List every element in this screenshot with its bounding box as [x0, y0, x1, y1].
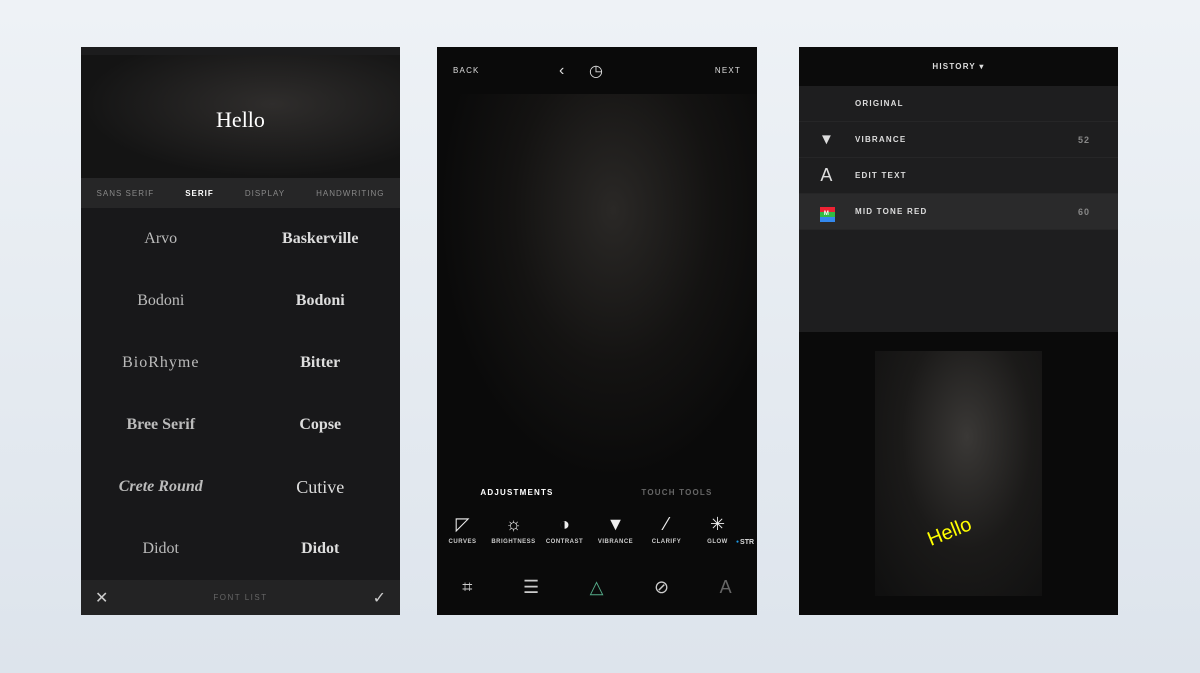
preview-text: Hello — [216, 107, 265, 132]
editor-tabs: ADJUSTMENTS TOUCH TOOLS — [437, 482, 757, 504]
tool-str-label: STR — [740, 539, 755, 546]
history-row[interactable]: M MID TONE RED 60 — [799, 194, 1118, 230]
font-option[interactable]: Baskerville — [241, 230, 401, 248]
filters-icon[interactable]: △ — [590, 577, 604, 598]
font-option[interactable]: Cutive — [241, 477, 401, 498]
tab-serif[interactable]: SERIF — [185, 189, 214, 198]
dropdown-caret-icon: ▾ — [975, 62, 985, 71]
adjust-icon[interactable]: ☰ — [523, 577, 539, 598]
font-bottom-bar: ✕ FONT LIST ✓ — [81, 580, 400, 615]
font-option[interactable]: Copse — [241, 416, 401, 434]
contrast-icon: ◑ — [559, 514, 570, 534]
undo-chevron-icon[interactable]: ‹ — [559, 62, 564, 80]
tool-clarify[interactable]: ⁄ CLARIFY — [641, 509, 692, 549]
font-category-tabs: SANS SERIF SERIF DISPLAY HANDWRITING — [81, 178, 400, 208]
tool-contrast[interactable]: ◑ CONTRAST — [539, 509, 590, 549]
photo-canvas[interactable] — [437, 94, 757, 482]
vibrance-icon: ▼ — [818, 131, 836, 148]
check-icon[interactable]: ✓ — [373, 588, 386, 608]
history-icon[interactable]: ◷ — [589, 61, 603, 81]
sun-icon: ☼ — [505, 514, 522, 534]
text-icon[interactable]: A — [720, 577, 732, 598]
tab-adjustments[interactable]: ADJUSTMENTS — [437, 482, 597, 504]
history-row[interactable]: ORIGINAL — [799, 86, 1118, 122]
font-list-title: FONT LIST — [213, 593, 268, 602]
tool-str[interactable]: ●STR — [736, 539, 754, 546]
font-option[interactable]: Bree Serif — [81, 416, 241, 434]
tab-handwriting[interactable]: HANDWRITING — [316, 189, 384, 198]
font-option[interactable]: Bodoni — [81, 292, 241, 310]
tab-sans-serif[interactable]: SANS SERIF — [97, 189, 155, 198]
font-option[interactable]: Didot — [81, 540, 241, 558]
history-preview-area: Hello — [799, 332, 1118, 615]
crop-icon[interactable]: ⌗ — [462, 577, 472, 598]
active-dot-icon: ● — [736, 539, 740, 545]
history-header[interactable]: HISTORY ▾ — [799, 47, 1118, 86]
mid-tone-icon: M — [819, 206, 835, 222]
font-option[interactable]: Crete Round — [81, 478, 241, 496]
font-option[interactable]: Didot — [241, 540, 401, 558]
history-row[interactable]: A EDIT TEXT — [799, 158, 1118, 194]
editor-header: BACK ‹ ◷ NEXT — [437, 47, 757, 94]
overlay-text: Hello — [924, 513, 975, 551]
text-preview: Hello — [81, 55, 400, 178]
font-option[interactable]: BioRhyme — [81, 354, 241, 372]
wand-icon: ⁄ — [664, 514, 668, 534]
history-title: HISTORY — [932, 62, 976, 71]
glow-icon: ✳ — [709, 514, 726, 534]
editor-toolbar: ⌗ ☰ △ ⊘ A — [437, 577, 757, 598]
font-option[interactable]: Bitter — [241, 354, 401, 372]
tool-brightness[interactable]: ☼ BRIGHTNESS — [488, 509, 539, 549]
tab-touch-tools[interactable]: TOUCH TOOLS — [597, 482, 757, 504]
vibrance-icon: ▼ — [606, 514, 625, 534]
font-option[interactable]: Arvo — [81, 230, 241, 248]
close-icon[interactable]: ✕ — [95, 588, 108, 608]
font-option[interactable]: Bodoni — [241, 292, 401, 310]
tool-curves[interactable]: ◸ CURVES — [437, 509, 488, 549]
curves-icon: ◸ — [455, 514, 470, 534]
font-panel: Hello SANS SERIF SERIF DISPLAY HANDWRITI… — [81, 47, 400, 615]
history-panel: HISTORY ▾ ORIGINAL ▼ VIBRANCE 52 A EDIT TEX… — [799, 47, 1118, 615]
editor-panel: BACK ‹ ◷ NEXT ADJUSTMENTS TOUCH TOOLS ◸ C… — [437, 47, 757, 615]
tool-vibrance[interactable]: ▼ VIBRANCE — [590, 509, 641, 549]
adjustment-tools: ◸ CURVES ☼ BRIGHTNESS ◑ CONTRAST ▼ VIBRANCE … — [437, 509, 757, 549]
history-preview-image: Hello — [875, 351, 1042, 596]
history-row[interactable]: ▼ VIBRANCE 52 — [799, 122, 1118, 158]
text-a-icon: A — [820, 165, 834, 185]
font-grid: Arvo Baskerville Bodoni Bodoni BioRhyme … — [81, 208, 400, 580]
tab-display[interactable]: DISPLAY — [245, 189, 285, 198]
blend-icon[interactable]: ⊘ — [654, 577, 669, 598]
next-button[interactable]: NEXT — [715, 66, 741, 75]
back-button[interactable]: BACK — [453, 66, 480, 75]
